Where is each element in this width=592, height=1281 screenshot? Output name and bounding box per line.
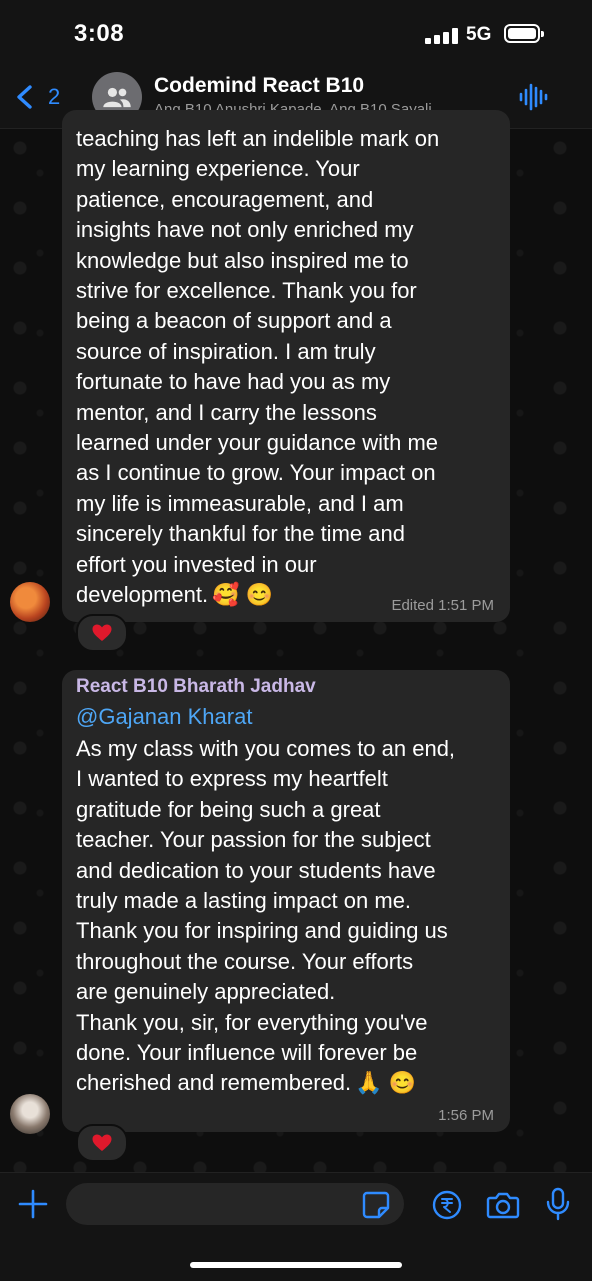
message-text: As my class with you comes to an end, I … [76, 736, 456, 1096]
message-input[interactable] [66, 1183, 404, 1225]
sender-avatar[interactable] [10, 582, 50, 622]
message-bubble[interactable]: teaching has left an indelible mark on m… [62, 110, 510, 622]
status-bar: 3:08 5G [0, 0, 592, 66]
battery-icon [504, 24, 544, 43]
status-time: 3:08 [74, 20, 125, 47]
camera-icon[interactable] [486, 1190, 520, 1220]
group-title[interactable]: Codemind React B10 [154, 74, 364, 98]
unread-count: 2 [48, 84, 61, 109]
sender-name[interactable]: React B10 Bharath Jadhav [76, 676, 316, 698]
mention-link[interactable]: @Gajanan Kharat [76, 704, 252, 730]
message-emoji: 🥰 😊 [212, 582, 273, 608]
sticker-icon[interactable] [362, 1191, 390, 1219]
rupee-payment-icon[interactable] [432, 1190, 462, 1220]
reaction-badge[interactable] [76, 614, 128, 652]
reaction-badge[interactable] [76, 1124, 128, 1162]
message-bubble[interactable]: React B10 Bharath Jadhav @Gajanan Kharat… [62, 670, 510, 1132]
home-indicator[interactable] [190, 1262, 402, 1268]
microphone-icon[interactable] [546, 1187, 570, 1221]
group-people-icon [103, 87, 131, 108]
sender-avatar[interactable] [10, 1094, 50, 1134]
message-text: teaching has left an indelible mark on m… [76, 126, 440, 608]
message-timestamp: Edited 1:51 PM [391, 597, 494, 614]
heart-icon [92, 624, 112, 641]
message-timestamp: 1:56 PM [438, 1107, 494, 1124]
message-text-wrap: As my class with you comes to an end, I … [76, 734, 506, 1099]
network-type: 5G [466, 24, 492, 45]
cellular-signal-icon [425, 28, 459, 44]
back-button[interactable]: 2 [14, 80, 60, 114]
message-emoji: 🙏 😊 [355, 1070, 417, 1096]
voice-chat-waveform-icon[interactable] [518, 82, 548, 112]
heart-icon [92, 1134, 112, 1151]
plus-icon[interactable] [16, 1187, 50, 1221]
message-text-wrap: teaching has left an indelible mark on m… [76, 124, 506, 611]
chevron-left-icon [17, 85, 32, 109]
